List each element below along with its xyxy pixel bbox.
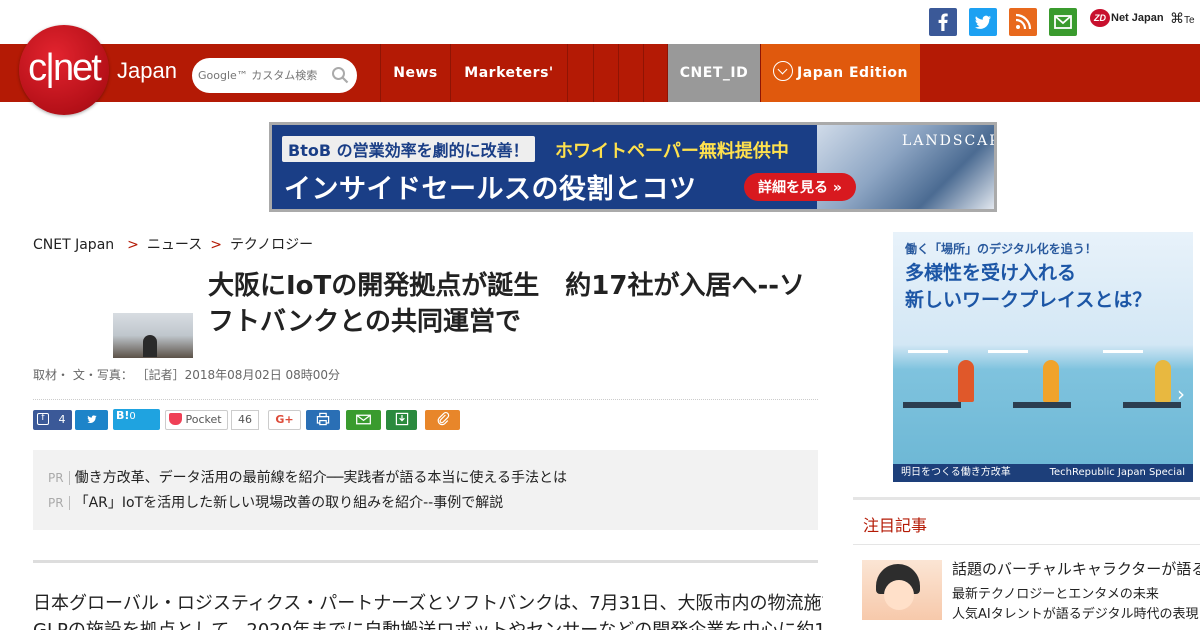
- shelf-illustration: [908, 350, 948, 353]
- breadcrumb-sep: >: [127, 237, 139, 253]
- cnet-logo[interactable]: c|net: [19, 25, 109, 115]
- mail-icon: [356, 414, 371, 424]
- main-nav-bar: Japan News Marketers' CNET_ID Japan Edit…: [0, 44, 1200, 102]
- sidebar-item-thumbnail[interactable]: [862, 560, 942, 620]
- sidebar-ad-footer: 明日をつくる働き方改革 TechRepublic Japan Special: [893, 464, 1193, 482]
- pr-link[interactable]: PR 「AR」IoTを活用した新しい現場改善の取り組みを紹介--事例で解説: [48, 492, 503, 512]
- sidebar-item-subtitle[interactable]: 人気AIタレントが語るデジタル時代の表現: [952, 603, 1198, 622]
- print-icon: [316, 412, 330, 426]
- pr-links-box: PR 働き方改革、データ活用の最前線を紹介──実践者が語る本当に使える手法とは P…: [33, 450, 818, 530]
- twitter-icon: [86, 415, 97, 423]
- article-thumbnail[interactable]: [113, 313, 193, 358]
- sidebar-ad-kicker: 働く「場所」のデジタル化を追う！: [905, 242, 1097, 256]
- zdnet-logo[interactable]: ZD Net Japan: [1090, 9, 1164, 27]
- article-headline: 大阪にIoTの開発拠点が誕生 約17社が入居へ--ソフトバンクとの共同運営で: [208, 271, 806, 337]
- logo-japan-label[interactable]: Japan: [117, 58, 177, 84]
- breadcrumb-level2[interactable]: テクノロジー: [230, 237, 313, 253]
- save-button[interactable]: [386, 410, 417, 430]
- sidebar-item-title[interactable]: 話題のバーチャルキャラクターが語る: [952, 558, 1200, 579]
- pr-link[interactable]: PR 働き方改革、データ活用の最前線を紹介──実践者が語る本当に使える手法とは: [48, 467, 567, 487]
- search-icon[interactable]: [331, 66, 349, 84]
- divider: [33, 399, 818, 400]
- nav-spacer: [643, 44, 667, 102]
- hatena-label: B!: [116, 409, 130, 422]
- nav-empty-3[interactable]: [618, 44, 643, 102]
- shelf-illustration: [988, 350, 1028, 353]
- divider: [853, 544, 1200, 545]
- banner-content: LANDSCAPE BtoB の営業効率を劇的に改善！ ホワイトペーパー無料提供…: [272, 125, 994, 209]
- desk-illustration: [903, 402, 961, 408]
- article-byline: 取材・ 文・写真： ［記者］2018年08月02日 08時00分: [33, 368, 341, 382]
- search-input[interactable]: [198, 66, 323, 84]
- pr-label: PR: [48, 471, 70, 485]
- rss-icon[interactable]: [1009, 8, 1037, 36]
- mail-icon[interactable]: [1049, 8, 1077, 36]
- twitter-icon[interactable]: [969, 8, 997, 36]
- nav-japan-edition[interactable]: Japan Edition: [760, 44, 920, 102]
- sidebar-ad-title: 多様性を受け入れる 新しいワークプレイスとは？: [905, 262, 1152, 311]
- body-line: GLPの施設を拠点として、2020年までに自動搬送ロボットやセンサーなどの開発企…: [33, 617, 823, 630]
- body-line: 日本グローバル・ロジスティクス・パートナーズとソフトバンクは、7月31日、大阪市…: [33, 593, 823, 614]
- desk-illustration: [1123, 402, 1181, 408]
- top-banner-ad[interactable]: LANDSCAPE BtoB の営業効率を劇的に改善！ ホワイトペーパー無料提供…: [269, 122, 997, 212]
- nav-cnet-id[interactable]: CNET_ID: [667, 44, 760, 102]
- techrepublic-icon: ⌘: [1170, 10, 1184, 26]
- hatena-count: 0: [129, 411, 136, 422]
- person-illustration: [1043, 360, 1059, 402]
- facebook-share-count: 4: [58, 413, 66, 426]
- article-body: 日本グローバル・ロジスティクス・パートナーズとソフトバンクは、7月31日、大阪市…: [33, 590, 823, 630]
- nav-empty-1[interactable]: [567, 44, 593, 102]
- pocket-label: Pocket: [185, 413, 222, 426]
- sidebar-item-subtitle[interactable]: 最新テクノロジーとエンタメの未来: [952, 583, 1159, 602]
- download-icon: [395, 412, 408, 426]
- banner-title: インサイドセールスの役割とコツ: [284, 174, 697, 205]
- person-illustration: [958, 360, 974, 402]
- chevron-down-icon: [773, 61, 794, 81]
- sidebar-heading: 注目記事: [863, 516, 928, 535]
- nav-empty-2[interactable]: [593, 44, 618, 102]
- facebook-icon[interactable]: [929, 8, 957, 36]
- sidebar-ad[interactable]: 働く「場所」のデジタル化を追う！ 多様性を受け入れる 新しいワークプレイスとは？…: [893, 232, 1193, 482]
- breadcrumb-sep: >: [210, 237, 222, 253]
- hatena-bookmark-button[interactable]: B!0: [113, 409, 160, 430]
- divider: [853, 497, 1200, 500]
- paperclip-icon: [437, 411, 449, 426]
- print-button[interactable]: [306, 410, 340, 430]
- techrepublic-logo[interactable]: ⌘Te: [1170, 10, 1195, 27]
- pr-label: PR: [48, 496, 70, 510]
- breadcrumb: CNET Japan > ニュース > テクノロジー: [33, 234, 313, 254]
- chevron-right-icon[interactable]: ›: [1177, 382, 1185, 406]
- facebook-share-button[interactable]: f 4: [33, 410, 72, 430]
- person-illustration: [1155, 360, 1171, 402]
- nav-marketers[interactable]: Marketers': [450, 44, 567, 102]
- divider: [33, 560, 818, 563]
- banner-detail-button[interactable]: 詳細を見る »: [744, 173, 856, 201]
- google-plus-icon[interactable]: G+: [268, 410, 301, 430]
- facebook-icon: f: [37, 413, 49, 425]
- pocket-button[interactable]: Pocket: [165, 410, 228, 430]
- twitter-share-button[interactable]: [75, 410, 108, 430]
- banner-offer: ホワイトペーパー無料提供中: [555, 141, 789, 162]
- mail-share-button[interactable]: [346, 410, 381, 430]
- top-social-bar: ZD Net Japan ⌘Te: [0, 0, 1200, 44]
- pocket-icon: [169, 413, 182, 425]
- breadcrumb-home[interactable]: CNET Japan: [33, 237, 114, 253]
- banner-brand: LANDSCAPE: [902, 133, 994, 149]
- nav-news[interactable]: News: [380, 44, 450, 102]
- clip-button[interactable]: [425, 410, 460, 430]
- shelf-illustration: [1103, 350, 1143, 353]
- banner-tag: BtoB の営業効率を劇的に改善！: [282, 136, 535, 162]
- pocket-count: 46: [231, 410, 259, 430]
- desk-illustration: [1013, 402, 1071, 408]
- breadcrumb-level1[interactable]: ニュース: [147, 237, 202, 253]
- search-box[interactable]: [192, 58, 357, 93]
